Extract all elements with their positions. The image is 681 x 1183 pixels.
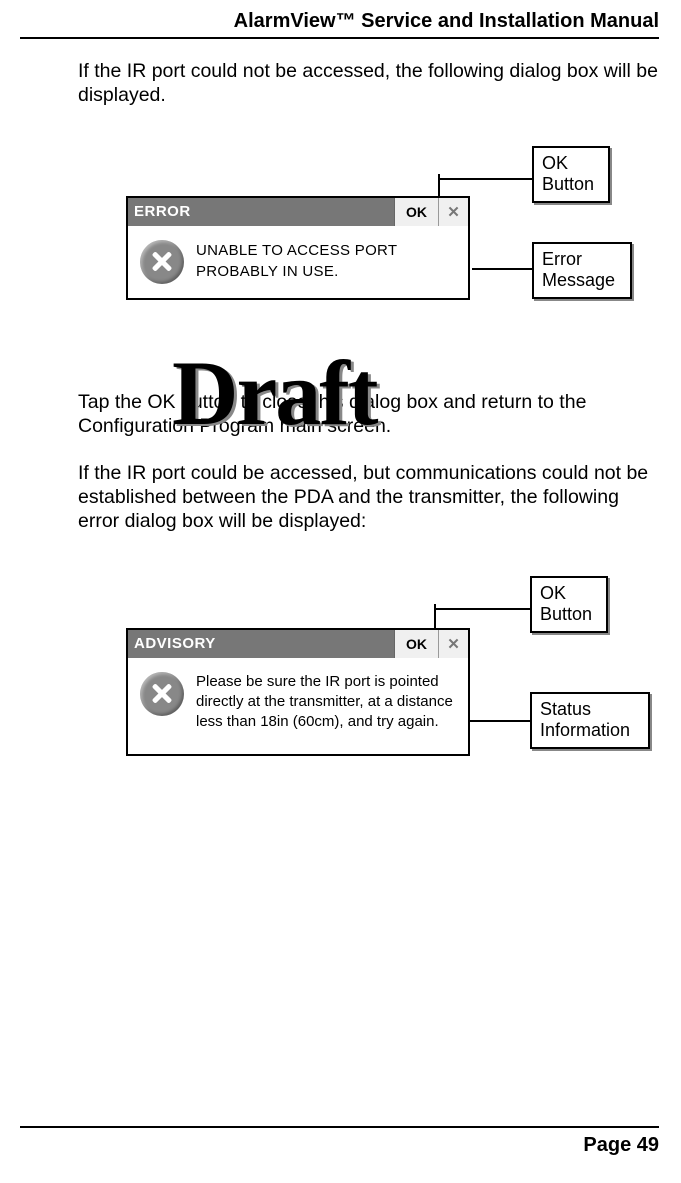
paragraph-2: Tap the OK button to close this dialog b… — [78, 390, 659, 439]
dialog-title: ERROR — [128, 198, 394, 226]
callout-status-text: Status Information — [540, 699, 630, 741]
doc-header-title: AlarmView™ Service and Installation Manu… — [20, 10, 659, 33]
callout-line — [434, 604, 436, 630]
figure-error-dialog: OK Button Error Message ERROR OK ✕ UNABL… — [20, 146, 659, 360]
page-number: Page 49 — [20, 1134, 659, 1157]
callout-line — [440, 178, 532, 180]
paragraph-3: If the IR port could be accessed, but co… — [78, 461, 659, 534]
callout-line — [436, 608, 530, 610]
page-footer: Page 49 — [20, 1126, 659, 1157]
paragraph-1: If the IR port could not be accessed, th… — [78, 59, 659, 108]
figure-advisory-dialog: OK Button Status Information ADVISORY OK… — [20, 576, 659, 860]
dialog-title: ADVISORY — [128, 630, 394, 658]
close-icon: ✕ — [447, 635, 460, 653]
callout-line — [438, 174, 440, 198]
ok-button[interactable]: OK — [394, 198, 438, 226]
dialog-message: UNABLE TO ACCESS PORT PROBABLY IN USE. — [196, 240, 458, 282]
callout-line — [472, 268, 532, 270]
callout-ok-button-text-2: OK Button — [540, 583, 592, 625]
dialog-body: UNABLE TO ACCESS PORT PROBABLY IN USE. — [128, 226, 468, 298]
callout-error-message: Error Message — [532, 242, 632, 299]
callout-ok-button-text: OK Button — [542, 153, 594, 195]
callout-status-info: Status Information — [530, 692, 650, 749]
callout-line — [470, 720, 530, 722]
footer-rule — [20, 1126, 659, 1128]
advisory-dialog: ADVISORY OK ✕ Please be sure the IR port… — [126, 628, 470, 757]
error-icon — [140, 672, 184, 716]
dialog-message: Please be sure the IR port is pointed di… — [196, 672, 458, 733]
dialog-titlebar: ADVISORY OK ✕ — [128, 630, 468, 658]
close-button[interactable]: ✕ — [438, 198, 468, 226]
callout-ok-button-2: OK Button — [530, 576, 608, 633]
error-icon — [140, 240, 184, 284]
close-button[interactable]: ✕ — [438, 630, 468, 658]
ok-button[interactable]: OK — [394, 630, 438, 658]
close-icon: ✕ — [447, 203, 460, 221]
callout-ok-button: OK Button — [532, 146, 610, 203]
error-dialog: ERROR OK ✕ UNABLE TO ACCESS PORT PROBABL… — [126, 196, 470, 300]
dialog-titlebar: ERROR OK ✕ — [128, 198, 468, 226]
header-rule — [20, 37, 659, 39]
dialog-body: Please be sure the IR port is pointed di… — [128, 658, 468, 755]
callout-error-text: Error Message — [542, 249, 615, 291]
